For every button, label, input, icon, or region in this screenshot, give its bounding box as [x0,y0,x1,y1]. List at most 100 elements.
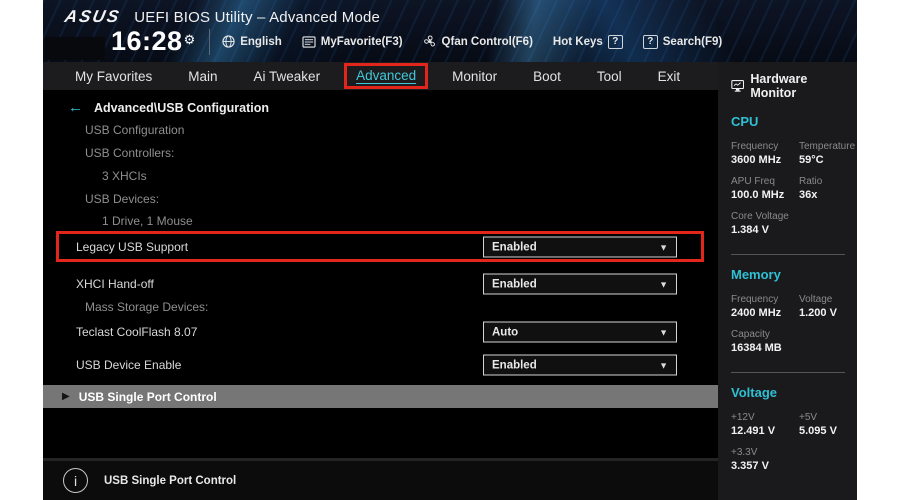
question-badge-icon: ? [607,34,623,49]
bios-title: UEFI BIOS Utility – Advanced Mode [134,8,381,26]
cpu-core-voltage-label: Core Voltage [731,211,789,222]
my-favorite-label: MyFavorite(F3) [320,35,403,48]
search-button[interactable]: ? Search(F9) [642,34,723,49]
voltage-stats: +12V +5V 12.491 V 5.095 V +3.3V 3.357 V [731,410,845,480]
chevron-down-icon: ▼ [659,279,668,289]
memory-frequency-value: 2400 MHz [731,307,782,319]
submenu-arrow-icon: ▶ [62,391,70,402]
memory-section-title: Memory [731,267,781,282]
language-selector[interactable]: English [222,35,282,48]
legacy-usb-support-dropdown[interactable]: Enabled ▼ [483,236,677,258]
tab-tool[interactable]: Tool [597,69,622,84]
divider [209,28,211,55]
breadcrumb[interactable]: ← Advanced\USB Configuration [68,100,269,115]
memory-stats: Frequency Voltage 2400 MHz 1.200 V Capac… [731,292,845,362]
clock: 16:28 [111,26,183,56]
memory-capacity-value: 16384 MB [731,342,782,354]
hot-keys-button[interactable]: Hot Keys ? [552,34,623,49]
teclast-coolflash-label: Teclast CoolFlash 8.07 [76,325,198,339]
voltage-section-title: Voltage [731,385,777,400]
cpu-apu-freq-value: 100.0 MHz [731,189,785,201]
tab-main[interactable]: Main [188,69,217,84]
voltage-5v-value: 5.095 V [799,425,837,437]
search-badge-icon: ? [642,34,658,49]
header-toolbar: English MyFavorite(F3) Qfan Control(F6) … [222,34,723,49]
voltage-3v3-label: +3.3V [731,447,758,458]
tab-monitor[interactable]: Monitor [452,69,497,84]
cpu-section-title: CPU [731,114,759,129]
xhci-handoff-label: XHCI Hand-off [76,277,154,291]
tab-exit[interactable]: Exit [658,69,681,84]
usb-single-port-control-label: USB Single Port Control [78,389,217,404]
time-row: 16:28 ⚙ English MyFavorite(F3) Qfan Cont… [111,26,722,57]
info-icon: i [63,468,88,493]
usb-devices-value: 1 Drive, 1 Mouse [102,214,193,228]
usb-controllers-label: USB Controllers: [85,146,175,160]
language-label: English [240,35,282,48]
usb-devices-label: USB Devices: [85,192,160,206]
divider [731,372,845,373]
setting-row-usb-device-enable: USB Device Enable Enabled ▼ [43,350,718,380]
teclast-coolflash-value: Auto [492,326,519,338]
footer-hint-bar: i USB Single Port Control [43,458,718,500]
chevron-down-icon: ▼ [659,327,668,337]
header: ASUS UEFI BIOS Utility – Advanced Mode 1… [43,0,857,62]
monitor-icon [731,80,745,92]
cpu-ratio-label: Ratio [799,176,823,187]
breadcrumb-label: Advanced\USB Configuration [94,100,270,115]
cpu-temperature-label: Temperature [799,141,856,152]
usb-device-enable-value: Enabled [492,359,537,371]
memory-frequency-label: Frequency [731,294,779,305]
cpu-ratio-value: 36x [799,189,818,201]
usb-device-enable-label: USB Device Enable [76,358,182,372]
qfan-label: Qfan Control(F6) [441,35,533,48]
usb-device-enable-dropdown[interactable]: Enabled ▼ [483,354,677,376]
teclast-coolflash-dropdown[interactable]: Auto ▼ [483,321,677,343]
qfan-control-button[interactable]: Qfan Control(F6) [423,35,533,48]
memory-voltage-value: 1.200 V [799,307,837,319]
hardware-monitor-title: Hardware Monitor [750,72,808,100]
xhci-handoff-dropdown[interactable]: Enabled ▼ [483,273,677,295]
setting-row-teclast-coolflash: Teclast CoolFlash 8.07 Auto ▼ [43,317,718,347]
back-arrow-icon[interactable]: ← [68,100,83,115]
my-favorite-button[interactable]: MyFavorite(F3) [302,36,403,48]
fan-icon [423,35,435,47]
search-label: Search(F9) [662,35,723,48]
globe-icon [222,35,235,48]
tab-advanced[interactable]: Advanced [344,63,429,89]
cpu-temperature-value: 59°C [799,154,824,166]
clock-gear-icon[interactable]: ⚙ [184,32,196,48]
usb-single-port-control-row[interactable]: ▶ USB Single Port Control [43,385,718,408]
hot-keys-label: Hot Keys [552,35,603,48]
asus-logo: ASUS [63,7,123,26]
mass-storage-devices-label: Mass Storage Devices: [85,300,209,314]
usb-controllers-value: 3 XHCIs [102,169,147,183]
tab-boot[interactable]: Boot [533,69,561,84]
cpu-apu-freq-label: APU Freq [731,176,775,187]
hardware-monitor-panel: Hardware Monitor CPU Frequency Temperatu… [718,62,857,500]
cpu-core-voltage-value: 1.384 V [731,224,769,236]
usb-configuration-title: USB Configuration [85,123,185,137]
bios-screen: ASUS UEFI BIOS Utility – Advanced Mode 1… [43,0,857,500]
legacy-usb-support-value: Enabled [492,241,537,253]
redacted-date-area [45,37,105,60]
tab-ai-tweaker[interactable]: Ai Tweaker [254,69,321,84]
voltage-12v-value: 12.491 V [731,425,776,437]
voltage-3v3-value: 3.357 V [731,460,769,472]
memory-voltage-label: Voltage [799,294,833,305]
menu-bar: My Favorites Main Ai Tweaker Advanced Mo… [43,62,718,90]
memory-capacity-label: Capacity [731,329,770,340]
tab-my-favorites[interactable]: My Favorites [75,69,152,84]
brand-row: ASUS UEFI BIOS Utility – Advanced Mode [63,7,381,27]
footer-hint-text: USB Single Port Control [104,474,237,487]
setting-row-xhci-handoff: XHCI Hand-off Enabled ▼ [43,269,718,299]
voltage-12v-label: +12V [731,412,755,423]
cpu-frequency-value: 3600 MHz [731,154,782,166]
main-panel: ← Advanced\USB Configuration USB Configu… [43,90,718,458]
